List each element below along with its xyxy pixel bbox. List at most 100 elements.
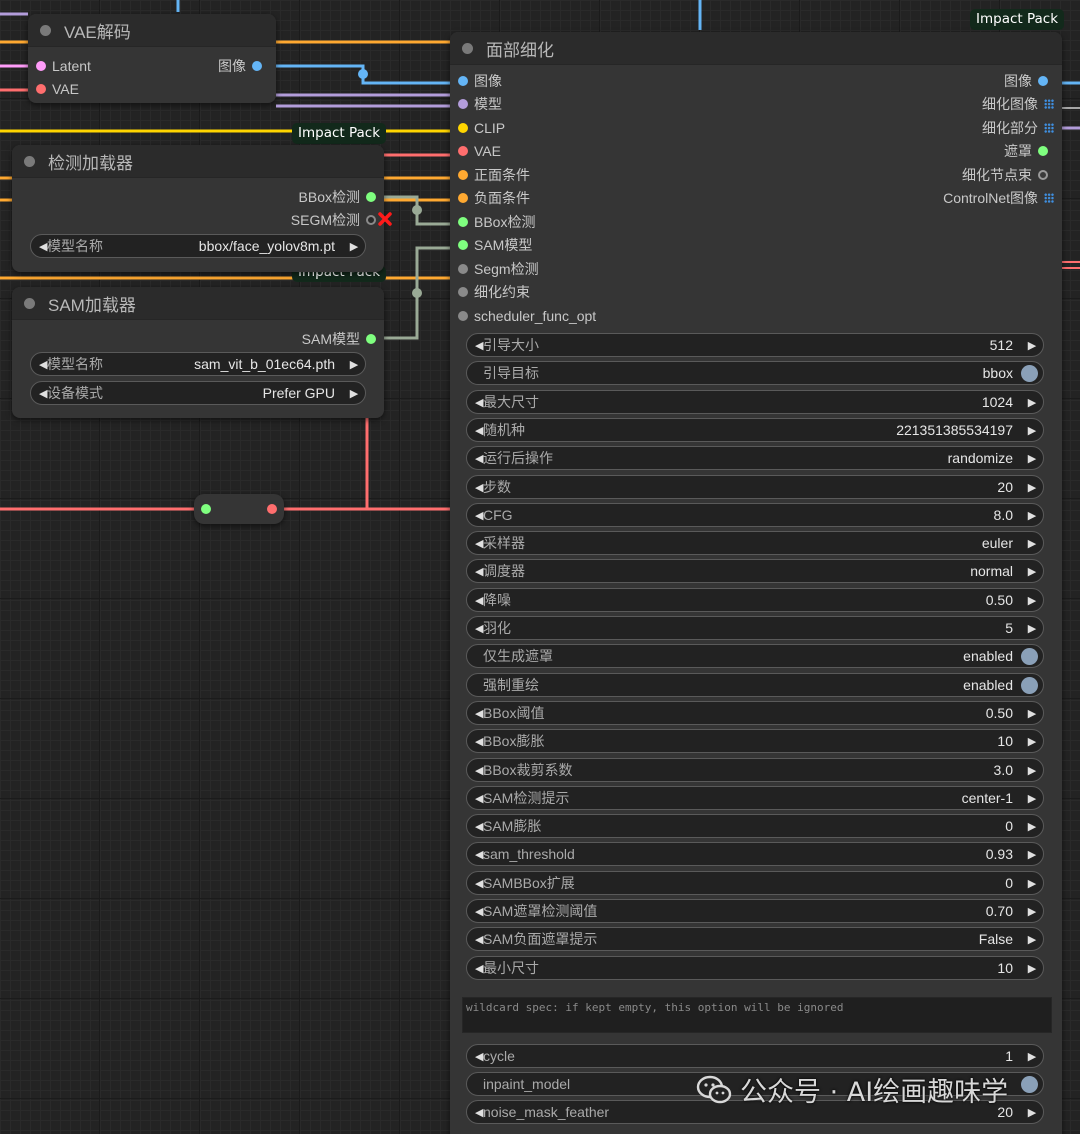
input-slot[interactable]: scheduler_func_opt	[450, 304, 1062, 328]
decrement-arrow-icon[interactable]: ◀	[467, 339, 483, 352]
output-slot[interactable]: 细化部分	[982, 116, 1054, 140]
bbox-dot-icon[interactable]	[366, 191, 376, 202]
input-slot[interactable]: VAE 遮罩	[450, 140, 1062, 164]
image-dot-icon[interactable]	[252, 60, 262, 71]
decrement-arrow-icon[interactable]: ◀	[467, 396, 483, 409]
increment-arrow-icon[interactable]: ▶	[1021, 509, 1043, 522]
widget-number[interactable]: ◀ 最小尺寸 10 ▶	[466, 956, 1044, 980]
increment-arrow-icon[interactable]: ▶	[1021, 424, 1043, 437]
decrement-arrow-icon[interactable]: ◀	[467, 537, 483, 550]
widget-number[interactable]: ◀ BBox膨胀 10 ▶	[466, 729, 1044, 753]
widget-number[interactable]: ◀ 最大尺寸 1024 ▶	[466, 390, 1044, 414]
widget-number[interactable]: ◀ BBox阈值 0.50 ▶	[466, 701, 1044, 725]
widget-toggle[interactable]: 引导目标 bbox	[466, 361, 1044, 385]
decrement-arrow-icon[interactable]: ◀	[467, 905, 483, 918]
list-output-icon[interactable]	[1044, 122, 1054, 133]
collapse-dot-icon[interactable]	[40, 24, 51, 36]
increment-arrow-icon[interactable]: ▶	[1021, 396, 1043, 409]
increment-arrow-icon[interactable]: ▶	[1021, 877, 1043, 890]
sam-loader-node[interactable]: SAM加载器 SAM模型 ◀ 模型名称 sam_vit_b_01ec64.pth…	[12, 287, 384, 418]
segm-dot-icon[interactable]	[366, 215, 376, 226]
decrement-arrow-icon[interactable]: ◀	[467, 594, 483, 607]
decrement-arrow-icon[interactable]: ◀	[467, 848, 483, 861]
increment-arrow-icon[interactable]: ▶	[1021, 622, 1043, 635]
face-detailer-node[interactable]: 面部细化 图像 图像 模型 细化图像 CLIP 细化部分 VAE 遮罩 正面条件 细化节点束 负面条…	[450, 32, 1062, 1134]
decrement-arrow-icon[interactable]: ◀	[467, 481, 483, 494]
collapse-dot-icon[interactable]	[24, 297, 35, 309]
input-slot[interactable]: SAM模型	[450, 234, 1062, 258]
output-slot[interactable]: 细化节点束	[962, 163, 1054, 187]
decrement-arrow-icon[interactable]: ◀	[467, 707, 483, 720]
input-dot-icon[interactable]	[458, 75, 468, 86]
output-slot-sam[interactable]: SAM模型	[12, 327, 384, 351]
output-slot-image[interactable]: 图像	[218, 54, 268, 78]
input-slot-vae[interactable]: VAE	[28, 78, 276, 102]
widget-number[interactable]: ◀ 羽化 5 ▶	[466, 616, 1044, 640]
widget-toggle[interactable]: 强制重绘 enabled	[466, 673, 1044, 697]
widget-number[interactable]: ◀ SAM遮罩检测阈值 0.70 ▶	[466, 899, 1044, 923]
input-dot-icon[interactable]	[458, 240, 468, 251]
toggle-knob-icon[interactable]	[1021, 1075, 1038, 1093]
input-dot-icon[interactable]	[458, 122, 468, 133]
output-slot-segm[interactable]: SEGM检测	[12, 209, 384, 233]
output-slot[interactable]: 图像	[1004, 69, 1054, 93]
decrement-arrow-icon[interactable]: ◀	[31, 387, 47, 400]
decrement-arrow-icon[interactable]: ◀	[31, 240, 47, 253]
node-graph-canvas[interactable]: Impact Pack Impact Pack Impact Pack VAE解…	[0, 0, 1080, 1134]
toggle-knob-icon[interactable]	[1021, 364, 1038, 382]
output-slot[interactable]: ControlNet图像	[943, 187, 1054, 211]
input-slot-latent[interactable]: Latent 图像	[28, 54, 276, 78]
list-output-icon[interactable]	[1044, 193, 1054, 204]
device-mode-combo[interactable]: ◀ 设备模式 Prefer GPU ▶	[30, 381, 366, 405]
increment-arrow-icon[interactable]: ▶	[1021, 764, 1043, 777]
input-dot-icon[interactable]	[458, 169, 468, 180]
input-slot[interactable]: Segm检测	[450, 257, 1062, 281]
output-slot-bbox[interactable]: BBox检测	[12, 185, 384, 209]
widget-combo[interactable]: ◀ SAM负面遮罩提示 False ▶	[466, 927, 1044, 951]
increment-arrow-icon[interactable]: ▶	[1021, 537, 1043, 550]
decrement-arrow-icon[interactable]: ◀	[467, 933, 483, 946]
decrement-arrow-icon[interactable]: ◀	[467, 735, 483, 748]
increment-arrow-icon[interactable]: ▶	[1021, 452, 1043, 465]
increment-arrow-icon[interactable]: ▶	[1021, 962, 1043, 975]
input-slot[interactable]: 图像 图像	[450, 69, 1062, 93]
decrement-arrow-icon[interactable]: ◀	[467, 1050, 483, 1063]
disconnect-x-icon[interactable]	[378, 212, 392, 226]
input-slot[interactable]: 细化约束	[450, 281, 1062, 305]
wildcard-textarea[interactable]: wildcard spec: if kept empty, this optio…	[462, 997, 1052, 1033]
widget-number[interactable]: ◀ SAMBBox扩展 0 ▶	[466, 871, 1044, 895]
input-dot-icon[interactable]	[458, 193, 468, 204]
widget-number[interactable]: ◀ 降噪 0.50 ▶	[466, 588, 1044, 612]
input-slot[interactable]: 正面条件 细化节点束	[450, 163, 1062, 187]
node-title-bar[interactable]: 面部细化	[450, 32, 1062, 65]
increment-arrow-icon[interactable]: ▶	[1021, 933, 1043, 946]
increment-arrow-icon[interactable]: ▶	[1021, 848, 1043, 861]
increment-arrow-icon[interactable]: ▶	[1021, 565, 1043, 578]
input-dot-icon[interactable]	[458, 287, 468, 298]
widget-combo[interactable]: ◀ SAM检测提示 center-1 ▶	[466, 786, 1044, 810]
input-slot[interactable]: BBox检测	[450, 210, 1062, 234]
input-slot[interactable]: CLIP 细化部分	[450, 116, 1062, 140]
vae-decode-node[interactable]: VAE解码 Latent 图像 VAE	[28, 14, 276, 103]
increment-arrow-icon[interactable]: ▶	[1021, 1106, 1043, 1119]
widget-number[interactable]: ◀ BBox裁剪系数 3.0 ▶	[466, 758, 1044, 782]
widget-combo[interactable]: ◀ 运行后操作 randomize ▶	[466, 446, 1044, 470]
node-title-bar[interactable]: VAE解码	[28, 14, 276, 47]
decrement-arrow-icon[interactable]: ◀	[467, 565, 483, 578]
reroute-node[interactable]	[194, 494, 284, 524]
output-dot-icon[interactable]	[1038, 75, 1048, 86]
output-dot-icon[interactable]	[1038, 169, 1048, 180]
input-dot-icon[interactable]	[458, 99, 468, 110]
decrement-arrow-icon[interactable]: ◀	[31, 358, 47, 371]
input-dot-icon[interactable]	[458, 263, 468, 274]
increment-arrow-icon[interactable]: ▶	[1021, 707, 1043, 720]
widget-number[interactable]: ◀ 引导大小 512 ▶	[466, 333, 1044, 357]
widget-number[interactable]: ◀ 步数 20 ▶	[466, 475, 1044, 499]
widget-number[interactable]: ◀ SAM膨胀 0 ▶	[466, 814, 1044, 838]
input-slot[interactable]: 负面条件 ControlNet图像	[450, 187, 1062, 211]
decrement-arrow-icon[interactable]: ◀	[467, 1106, 483, 1119]
input-dot-icon[interactable]	[458, 146, 468, 157]
widget-combo[interactable]: ◀ 调度器 normal ▶	[466, 559, 1044, 583]
list-output-icon[interactable]	[1044, 99, 1054, 110]
increment-arrow-icon[interactable]: ▶	[1021, 820, 1043, 833]
